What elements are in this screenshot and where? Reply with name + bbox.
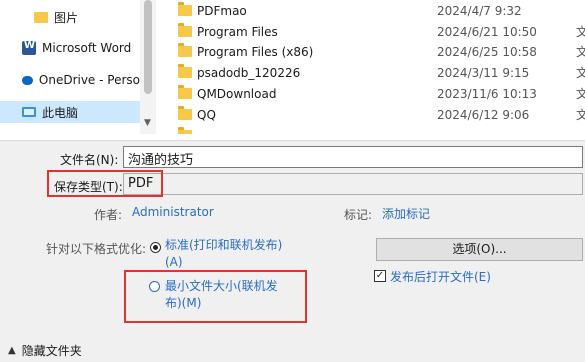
- file-date: 2024/6/25 10:58: [437, 44, 537, 59]
- folder-icon: [34, 11, 48, 23]
- list-item[interactable]: QMDownload 2023/11/6 10:13 文: [160, 83, 585, 104]
- savetype-label: 保存类型(T):: [54, 180, 123, 194]
- scrollbar-thumb[interactable]: [144, 0, 152, 94]
- file-date: 2023/11/6 10:13: [437, 86, 537, 101]
- file-name: PDFmao: [197, 3, 247, 18]
- nav-item-this-pc[interactable]: 此电脑: [0, 101, 140, 123]
- list-item[interactable]: [160, 125, 585, 134]
- folder-icon: [178, 43, 192, 57]
- tags-label: 标记:: [344, 208, 373, 222]
- nav-item-onedrive[interactable]: OneDrive - Perso: [0, 69, 140, 91]
- list-item[interactable]: psadodb_120226 2024/3/11 9:15 文: [160, 62, 585, 83]
- filename-input[interactable]: 沟通的技巧: [123, 146, 583, 168]
- nav-item-pictures[interactable]: 图片: [0, 6, 140, 28]
- file-date: 2024/6/12 9:06: [437, 107, 530, 122]
- file-name: Program Files: [197, 24, 278, 39]
- folder-icon: [178, 23, 192, 37]
- file-type: 文: [576, 108, 585, 122]
- hide-folders-label: 隐藏文件夹: [21, 344, 82, 358]
- folder-icon: [178, 85, 192, 99]
- file-name: psadodb_120226: [197, 65, 301, 80]
- savetype-select[interactable]: PDF: [123, 173, 583, 195]
- file-type: 文: [576, 45, 585, 59]
- file-date: 2024/3/11 9:15: [437, 65, 530, 80]
- file-name: QMDownload: [197, 86, 277, 101]
- file-name: Program Files (x86): [197, 44, 314, 59]
- list-item[interactable]: Program Files (x86) 2024/6/25 10:58 文: [160, 41, 585, 62]
- folder-icon: [178, 64, 192, 78]
- chevron-up-icon: ▲: [8, 345, 16, 356]
- nav-item-label: Microsoft Word: [42, 41, 132, 55]
- radio-minimum-label-line1[interactable]: 最小文件大小(联机发: [165, 278, 278, 295]
- open-after-publish-checkbox[interactable]: ✓: [374, 270, 386, 282]
- file-type: 文: [576, 66, 585, 80]
- folder-icon: [178, 106, 192, 120]
- open-after-publish-label[interactable]: 发布后打开文件(E): [390, 268, 491, 285]
- word-icon: [22, 40, 36, 55]
- file-list: PDFmao 2024/4/7 9:32 Program Files 2024/…: [160, 0, 585, 134]
- file-type: 文: [576, 87, 585, 101]
- radio-standard-label-line2[interactable]: (A): [165, 254, 183, 271]
- tags-input[interactable]: 添加标记: [382, 205, 430, 222]
- radio-standard[interactable]: [150, 242, 161, 253]
- radio-minimum-size[interactable]: [149, 281, 160, 292]
- list-item[interactable]: PDFmao 2024/4/7 9:32: [160, 0, 585, 21]
- nav-item-word[interactable]: Microsoft Word: [0, 37, 140, 59]
- folder-icon: [178, 127, 192, 134]
- file-name: QQ: [197, 107, 216, 122]
- file-date: 2024/6/21 10:50: [437, 24, 537, 39]
- optimize-label: 针对以下格式优化:: [46, 242, 147, 256]
- nav-item-label: OneDrive - Perso: [38, 73, 140, 87]
- browser-pane: 图片 Microsoft Word OneDrive - Perso 此电脑 ▼…: [0, 0, 585, 140]
- file-type: 文: [576, 25, 585, 39]
- author-value[interactable]: Administrator: [132, 205, 214, 219]
- folder-icon: [178, 2, 192, 16]
- onedrive-icon: [22, 75, 33, 85]
- navigation-pane: 图片 Microsoft Word OneDrive - Perso 此电脑: [0, 0, 140, 134]
- nav-item-label: 图片: [54, 10, 79, 25]
- list-item[interactable]: QQ 2024/6/12 9:06 文: [160, 104, 585, 125]
- filename-label: 文件名(N):: [60, 153, 119, 167]
- nav-scrollbar[interactable]: ▼: [140, 0, 156, 134]
- radio-minimum-label-line2[interactable]: 布)(M): [165, 295, 201, 312]
- radio-standard-label-line1[interactable]: 标准(打印和联机发布): [165, 237, 282, 254]
- list-item[interactable]: Program Files 2024/6/21 10:50 文: [160, 21, 585, 42]
- file-date: 2024/4/7 9:32: [437, 3, 522, 18]
- author-label: 作者:: [94, 208, 123, 222]
- scroll-down-arrow-icon[interactable]: ▼: [144, 118, 151, 128]
- nav-item-label: 此电脑: [42, 105, 79, 120]
- computer-icon: [22, 107, 36, 117]
- pane-divider: [0, 140, 585, 141]
- options-button[interactable]: 选项(O)...: [376, 238, 583, 261]
- hide-folders-toggle[interactable]: ▲ 隐藏文件夹: [8, 342, 82, 359]
